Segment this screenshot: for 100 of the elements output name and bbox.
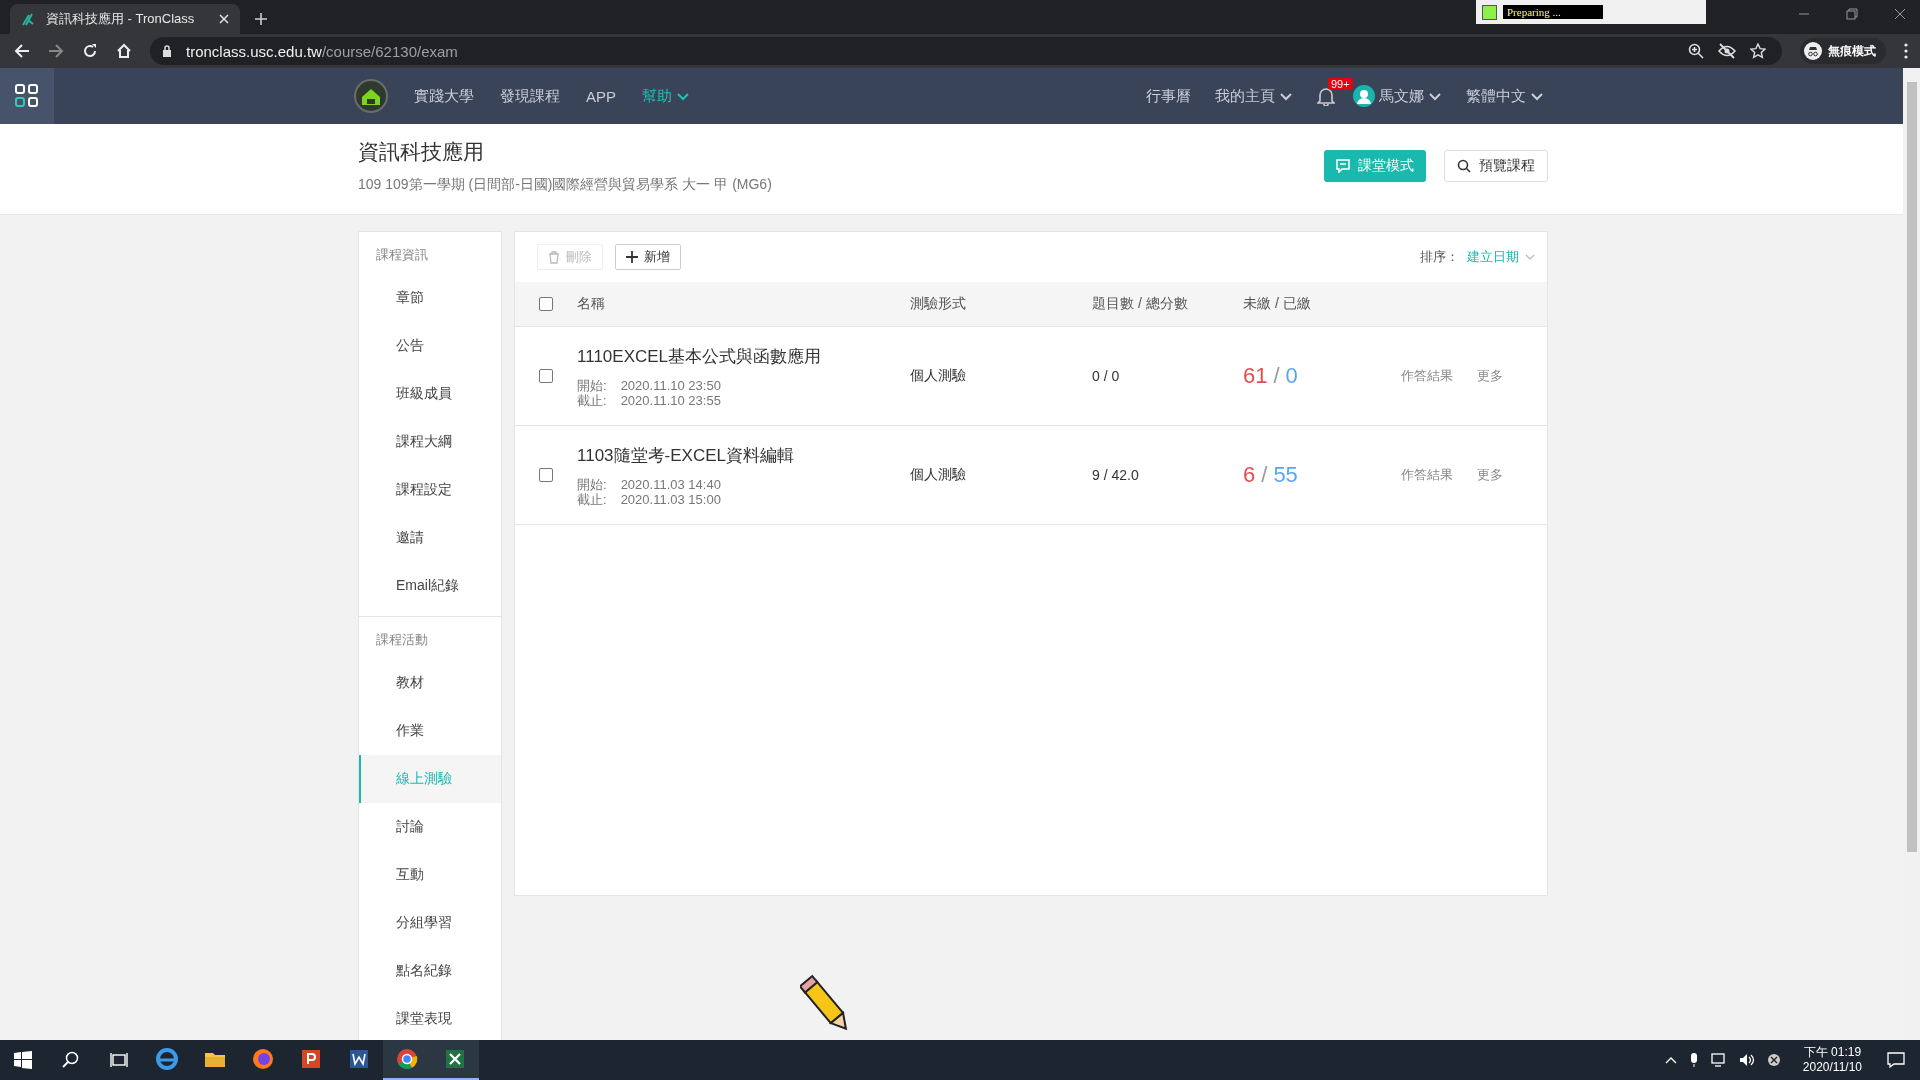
exam-title-link[interactable]: 1110EXCEL基本公式與函數應用 xyxy=(577,344,910,368)
plus-icon xyxy=(626,251,638,263)
column-header: 名稱 xyxy=(577,295,606,313)
new-tab-icon[interactable] xyxy=(254,12,268,26)
chevron-down-icon[interactable] xyxy=(1428,90,1442,102)
task-view-icon[interactable] xyxy=(110,1051,128,1069)
unsubmitted-count: 6 xyxy=(1243,462,1256,488)
nav-link[interactable]: 繁體中文 xyxy=(1466,86,1544,106)
sidebar-item[interactable]: 作業 xyxy=(359,707,501,755)
tab-title: 資訊科技應用 - TronClass xyxy=(46,10,196,28)
zoom-icon[interactable] xyxy=(1688,43,1704,59)
trash-icon xyxy=(548,250,560,264)
chevron-down-icon[interactable] xyxy=(676,90,690,102)
row-action-link[interactable]: 作答結果 xyxy=(1401,367,1453,385)
sidebar-item[interactable]: Email紀錄 xyxy=(359,562,501,610)
preview-course-button[interactable]: 預覽課程 xyxy=(1444,150,1548,182)
nav-link[interactable]: 行事曆 xyxy=(1146,86,1191,106)
search-icon xyxy=(1457,159,1471,173)
status-square-icon xyxy=(1482,4,1497,20)
count-separator: / xyxy=(1273,363,1280,389)
sidebar-item[interactable]: 點名紀錄 xyxy=(359,947,501,995)
forward-arrow-icon[interactable] xyxy=(48,43,64,59)
end-label: 截止: xyxy=(577,491,607,507)
nav-link[interactable]: APP xyxy=(586,87,616,105)
reload-icon[interactable] xyxy=(82,43,98,59)
sidebar-heading: 課程資訊 xyxy=(375,246,429,264)
clock[interactable]: 下午 01:19 2020/11/10 xyxy=(1802,1045,1862,1075)
table-cell-text: 個人測驗 xyxy=(910,466,967,484)
chevron-up-icon[interactable] xyxy=(1664,1055,1677,1065)
start-label: 開始: xyxy=(577,476,607,492)
speaker-icon[interactable] xyxy=(1738,1053,1755,1067)
end-time: 2020.11.03 15:00 xyxy=(620,491,721,507)
scrollbar-thumb[interactable] xyxy=(1906,82,1917,852)
taskbar-app-button[interactable] xyxy=(383,1040,431,1080)
nav-link[interactable]: 實踐大學 xyxy=(414,86,474,106)
submitted-count: 55 xyxy=(1273,462,1298,488)
back-arrow-icon[interactable] xyxy=(14,43,30,59)
sidebar-item[interactable]: 互動 xyxy=(359,851,501,899)
lock-icon xyxy=(162,45,172,57)
row-action-link[interactable]: 更多 xyxy=(1477,466,1503,484)
sidebar-item[interactable]: 邀請 xyxy=(359,514,501,562)
end-label: 截止: xyxy=(577,392,607,408)
notification-badge: 99+ xyxy=(1328,78,1353,90)
checkbox[interactable] xyxy=(539,369,553,383)
address-bar[interactable]: tronclass.usc.edu.tw/course/62130/exam xyxy=(150,37,1782,65)
e-letter-icon xyxy=(156,1048,178,1070)
table-cell-text: 0 / 0 xyxy=(1092,368,1121,384)
chevron-down-icon[interactable] xyxy=(1279,90,1293,102)
nav-link[interactable]: 我的主頁 xyxy=(1215,86,1293,106)
network-icon[interactable] xyxy=(1710,1053,1727,1067)
sidebar-item[interactable]: 課堂表現 xyxy=(359,995,501,1040)
windows-start-icon[interactable] xyxy=(14,1051,32,1069)
browser-circle-icon xyxy=(396,1048,418,1070)
sidebar-item[interactable]: 教材 xyxy=(359,659,501,707)
microphone-icon[interactable] xyxy=(1688,1052,1699,1068)
chat-icon xyxy=(1336,159,1350,173)
p-letter-icon xyxy=(300,1048,322,1070)
column-header: 測驗形式 xyxy=(910,295,967,313)
close-icon[interactable] xyxy=(1894,8,1906,20)
chevron-down-icon[interactable] xyxy=(1530,90,1544,102)
exam-title-link[interactable]: 1103隨堂考-EXCEL資料編輯 xyxy=(577,443,910,467)
sort-label: 排序： xyxy=(1420,248,1459,266)
blocked-circle-icon[interactable] xyxy=(1766,1053,1781,1067)
w-letter-icon xyxy=(348,1048,370,1070)
restore-icon[interactable] xyxy=(1846,8,1858,20)
start-time: 2020.11.10 23:50 xyxy=(620,377,721,393)
incognito-profile-button[interactable]: 無痕模式 xyxy=(1800,38,1886,64)
checkbox[interactable] xyxy=(539,468,553,482)
bell-icon[interactable] xyxy=(1317,86,1335,106)
app-menu-button[interactable] xyxy=(0,68,54,124)
sidebar-item[interactable]: 討論 xyxy=(359,803,501,851)
home-icon[interactable] xyxy=(116,43,132,59)
search-icon[interactable] xyxy=(62,1051,80,1069)
add-button[interactable]: 新增 xyxy=(615,244,681,270)
user-menu[interactable]: 馬文娜 xyxy=(1353,85,1442,107)
checkbox[interactable] xyxy=(539,297,553,311)
column-header: 題目數 / 總分數 xyxy=(1092,295,1189,313)
app-logo-icon xyxy=(20,11,36,27)
more-vertical-icon[interactable] xyxy=(1904,43,1908,59)
sidebar-item[interactable]: 班級成員 xyxy=(359,370,501,418)
incognito-icon xyxy=(1804,42,1822,60)
school-logo-icon[interactable] xyxy=(354,79,388,113)
notification-icon[interactable] xyxy=(1887,1052,1905,1068)
count-separator: / xyxy=(1261,462,1268,488)
eye-slash-icon[interactable] xyxy=(1718,43,1736,59)
start-label: 開始: xyxy=(577,377,607,393)
sidebar-item[interactable]: 課程設定 xyxy=(359,466,501,514)
taskbar-app-button[interactable] xyxy=(431,1040,479,1080)
start-time: 2020.11.03 14:40 xyxy=(620,476,721,492)
sidebar-item[interactable]: 分組學習 xyxy=(359,899,501,947)
nav-link[interactable]: 發現課程 xyxy=(500,86,560,106)
sidebar-item[interactable]: 章節 xyxy=(359,274,501,322)
nav-link[interactable]: 幫助 xyxy=(642,86,690,106)
sidebar-item[interactable]: 公告 xyxy=(359,322,501,370)
browser-tab[interactable]: 資訊科技應用 - TronClass xyxy=(10,4,240,34)
star-icon[interactable] xyxy=(1750,43,1766,59)
sidebar-item[interactable]: 課程大綱 xyxy=(359,418,501,466)
row-action-link[interactable]: 作答結果 xyxy=(1401,466,1453,484)
row-action-link[interactable]: 更多 xyxy=(1477,367,1503,385)
column-header: 未繳 / 已繳 xyxy=(1243,295,1312,313)
